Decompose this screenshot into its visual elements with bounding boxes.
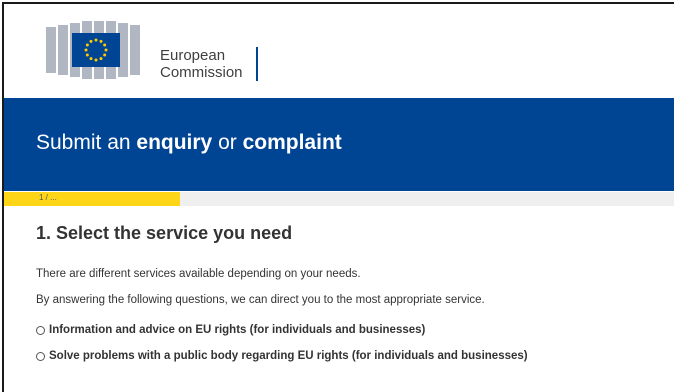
title-emphasis-enquiry: enquiry [136, 131, 213, 154]
section-heading: 1. Select the service you need [36, 223, 293, 243]
flag-star [89, 39, 93, 43]
radio-button[interactable] [36, 351, 45, 361]
title-text-2: or [212, 131, 243, 154]
progress-fill [4, 192, 181, 206]
logo-divider [256, 47, 258, 81]
flag-star [103, 43, 107, 47]
flag-star [103, 53, 107, 57]
flag-star [94, 58, 98, 62]
option-information-advice[interactable]: Information and advice on EU rights (for… [36, 324, 425, 336]
eu-flag-logo-graphic [46, 21, 140, 79]
flag-star [84, 48, 88, 52]
flag-star [85, 43, 89, 47]
page-title: Submit an enquiry or complaint [36, 131, 342, 155]
intro-paragraph-1: There are different services available d… [36, 268, 361, 280]
progress-bar: 1 / ... [4, 192, 674, 206]
title-text-1: Submit an [36, 131, 137, 154]
site-header: European Commission [4, 4, 674, 98]
option-label: Information and advice on EU rights (for… [49, 324, 426, 336]
intro-paragraph-2: By answering the following questions, we… [36, 294, 485, 306]
title-emphasis-complaint: complaint [242, 131, 342, 154]
flag-star [89, 57, 93, 61]
flag-star [99, 57, 103, 61]
radio-button[interactable] [36, 325, 45, 335]
logo-line-commission: Commission [160, 64, 243, 81]
flag-star [104, 48, 108, 52]
option-label: Solve problems with a public body regard… [49, 350, 528, 362]
flag-star [85, 53, 89, 57]
option-solve-problems[interactable]: Solve problems with a public body regard… [36, 350, 528, 362]
progress-label: 1 / ... [39, 193, 57, 202]
logo-line-european: European [160, 47, 226, 64]
page-banner: Submit an enquiry or complaint [4, 98, 674, 191]
page-frame: European Commission Submit an enquiry or… [2, 2, 674, 392]
flag-star [94, 38, 98, 42]
flag-star [99, 39, 103, 43]
